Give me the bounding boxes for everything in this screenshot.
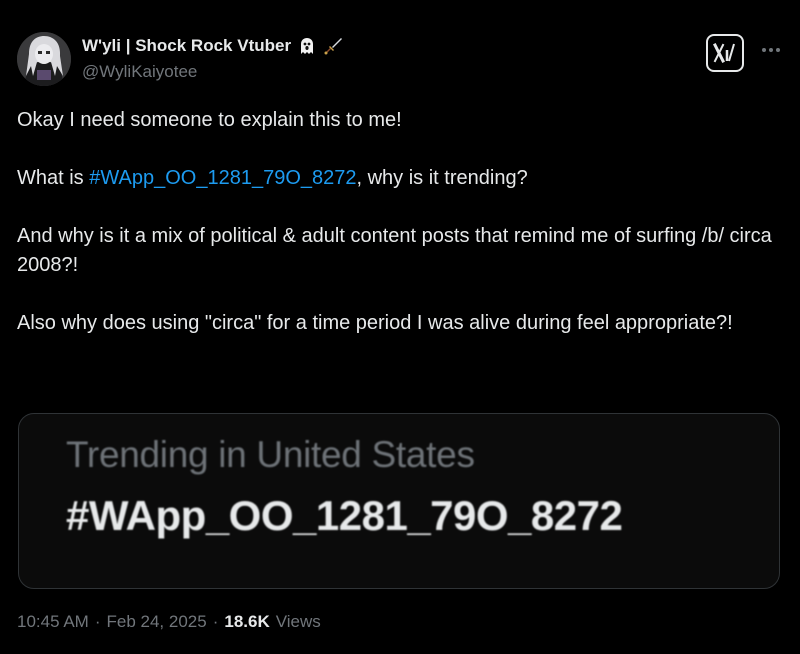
- tweet-text-segment: What is: [17, 167, 90, 189]
- tweet-meta: 10:45 AM · Feb 24, 2025 · 18.6K Views: [17, 612, 321, 632]
- ghost-emoji-icon: [297, 36, 317, 56]
- tweet-paragraph: Also why does using "circa" for a time p…: [17, 312, 733, 334]
- trending-label: Trending in United States: [66, 434, 475, 475]
- author-name-row[interactable]: W'yli | Shock Rock Vtuber: [82, 34, 343, 58]
- meta-separator: ·: [94, 612, 101, 631]
- tweet-paragraph: Okay I need someone to explain this to m…: [17, 109, 402, 131]
- tweet-text: Okay I need someone to explain this to m…: [17, 106, 782, 338]
- tweet-text-segment: , why is it trending?: [356, 167, 528, 189]
- more-dots-icon: [762, 48, 766, 52]
- views-count[interactable]: 18.6K: [224, 612, 269, 632]
- tweet-paragraph: What is #WApp_OO_1281_79O_8272, why is i…: [17, 164, 782, 193]
- attached-image-card[interactable]: Trending in United States #WApp_OO_1281_…: [18, 413, 780, 589]
- tweet-date[interactable]: Feb 24, 2025: [107, 612, 207, 632]
- avatar-image: [17, 32, 71, 86]
- views-label: Views: [275, 612, 321, 631]
- tweet: W'yli | Shock Rock Vtuber @WyliKaiyotee: [0, 0, 800, 654]
- author-handle[interactable]: @WyliKaiyotee: [82, 62, 197, 82]
- author-display-name[interactable]: W'yli | Shock Rock Vtuber: [82, 36, 291, 56]
- avatar[interactable]: [17, 32, 71, 86]
- tweet-time[interactable]: 10:45 AM: [17, 612, 89, 632]
- meta-separator: ·: [212, 612, 219, 631]
- dagger-emoji-icon: [323, 36, 343, 56]
- more-options-button[interactable]: [758, 40, 784, 60]
- grok-button[interactable]: [706, 34, 744, 72]
- hashtag-link[interactable]: #WApp_OO_1281_79O_8272: [89, 167, 356, 189]
- x-grok-logo-icon: [712, 42, 735, 64]
- tweet-paragraph: And why is it a mix of political & adult…: [17, 225, 772, 276]
- trending-hashtag: #WApp_OO_1281_79O_8272: [66, 492, 623, 539]
